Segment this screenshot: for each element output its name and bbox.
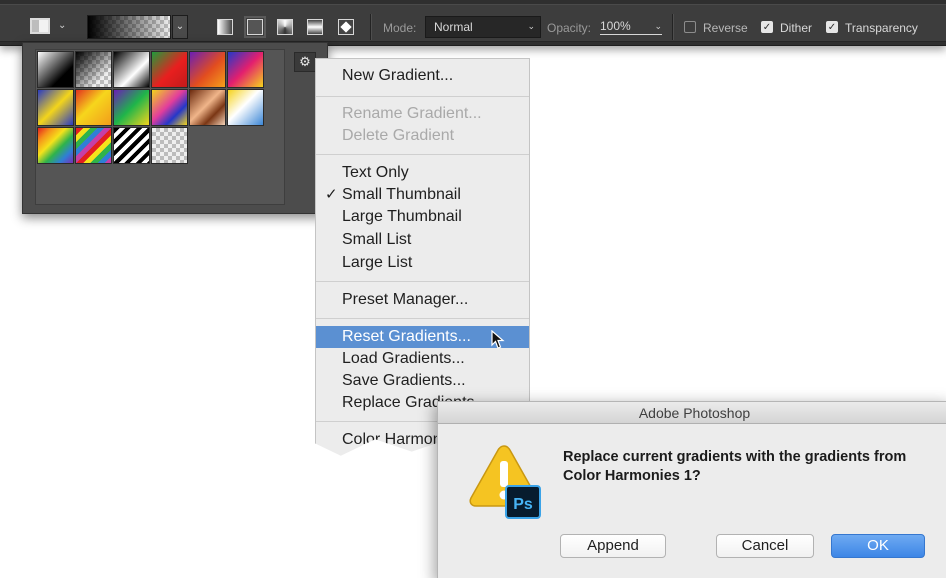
menu-item-large-list[interactable]: Large List [316,252,529,274]
gradient-preview-swatch[interactable] [87,15,171,39]
menu-item-small-list[interactable]: Small List [316,229,529,251]
gradient-swatch[interactable] [113,89,150,126]
opacity-chevron-down-icon: ⌄ [654,21,662,31]
transparency-label: Transparency [845,21,918,35]
gradient-swatch[interactable] [227,89,264,126]
menu-item-preset-manager[interactable]: Preset Manager... [316,289,529,311]
opacity-value: 100% [600,19,631,33]
gradient-swatch[interactable] [189,51,226,88]
checkmark-icon: ✓ [325,186,338,203]
tool-preset-icon[interactable] [30,18,50,34]
menu-item-rename-gradient: Rename Gradient... [342,105,482,122]
transparency-checkbox[interactable]: ✓ [826,21,838,33]
gradient-swatch[interactable] [227,51,264,88]
mode-label: Mode: [383,21,417,35]
menu-item-delete-gradient: Delete Gradient [342,127,455,144]
gear-icon[interactable]: ⚙ [294,52,316,72]
diamond-gradient-icon[interactable] [338,19,354,35]
menu-item-large-thumbnail[interactable]: Large Thumbnail [316,206,529,228]
menu-divider [316,318,529,319]
menu-divider [316,281,529,282]
ok-button[interactable]: OK [831,534,925,558]
angle-gradient-icon[interactable] [277,19,293,35]
mode-value: Normal [434,20,473,34]
dither-label: Dither [780,21,813,35]
toolbar-divider [370,14,371,40]
append-button[interactable]: Append [560,534,666,558]
reflected-gradient-icon[interactable] [307,19,323,35]
menu-item-label: Small Thumbnail [342,186,461,203]
warning-icon: Ps [469,445,541,519]
options-bar-inner: ⌄ ⌄ Mode: Normal ⌄ Opacity: 100% ⌄ Rever… [0,4,946,42]
photoshop-app-icon: Ps [513,496,533,513]
radial-gradient-icon[interactable] [244,16,266,38]
menu-item-small-thumbnail[interactable]: ✓ Small Thumbnail [316,184,529,206]
gradient-swatch[interactable] [113,51,150,88]
mouse-pointer-icon [491,330,505,349]
menu-item-load-gradients[interactable]: Load Gradients... [316,348,529,370]
menu-item-save-gradients[interactable]: Save Gradients... [316,370,529,392]
gradient-swatch[interactable] [151,51,188,88]
tool-preset-chevron-down-icon[interactable]: ⌄ [58,20,66,31]
gradient-swatch[interactable] [37,127,74,164]
menu-divider [316,154,529,155]
cancel-button[interactable]: Cancel [716,534,814,558]
linear-gradient-icon[interactable] [217,19,233,35]
opacity-label: Opacity: [547,21,592,35]
gradient-swatch-grid [35,49,285,205]
reverse-label: Reverse [703,21,748,35]
dialog-title: Adobe Photoshop [438,402,946,424]
mode-select[interactable]: Normal ⌄ [425,16,541,38]
menu-item-new-gradient[interactable]: New Gradient... [316,65,529,87]
gradient-swatch[interactable] [37,51,74,88]
mode-chevron-down-icon: ⌄ [527,21,535,31]
gradient-picker-panel: ⚙ [22,42,328,214]
options-bar: ⌄ ⌄ Mode: Normal ⌄ Opacity: 100% ⌄ Rever… [0,0,946,46]
menu-divider [316,96,529,97]
gradient-swatch[interactable] [151,127,188,164]
gradient-swatch[interactable] [75,127,112,164]
gradient-swatch[interactable] [151,89,188,126]
dither-checkbox[interactable]: ✓ [761,21,773,33]
menu-item-text-only[interactable]: Text Only [316,162,529,184]
gradient-swatch[interactable] [75,89,112,126]
gradient-swatch[interactable] [75,51,112,88]
opacity-field[interactable]: 100% ⌄ [600,19,662,35]
alert-dialog: Adobe Photoshop Ps Replace current gradi… [437,401,946,578]
toolbar-divider [672,14,673,40]
dialog-message: Replace current gradients with the gradi… [563,449,907,484]
reverse-checkbox[interactable] [684,21,696,33]
gradient-picker-chevron-down-icon[interactable]: ⌄ [172,15,188,39]
gradient-swatch[interactable] [37,89,74,126]
gradient-swatch[interactable] [189,89,226,126]
gradient-swatch[interactable] [113,127,150,164]
